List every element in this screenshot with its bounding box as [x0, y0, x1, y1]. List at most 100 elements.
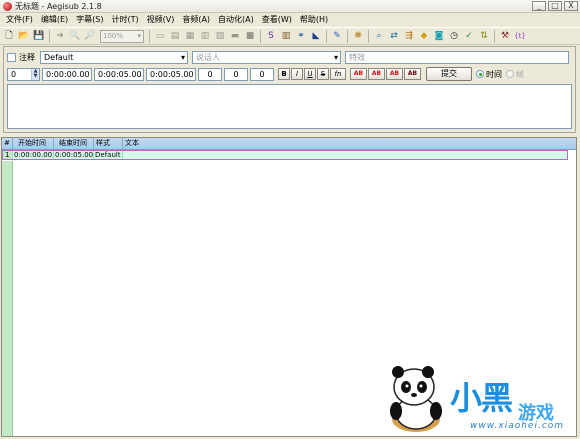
row-number: 1 [3, 151, 13, 159]
panda-mascot-icon [390, 366, 442, 432]
outline-color-button[interactable]: AB [386, 68, 403, 80]
jump-end-icon[interactable]: ▧ [213, 29, 227, 43]
toolbar-separator [494, 29, 495, 43]
menu-video[interactable]: 视频(V) [143, 13, 179, 27]
watermark-brand: 小黑 [450, 379, 513, 417]
secondary-color-button[interactable]: AB [368, 68, 385, 80]
grid-gutter [2, 161, 13, 436]
margin-right-field[interactable]: 0 [224, 67, 248, 81]
frame-radio[interactable] [506, 70, 514, 78]
kanji-timer-icon[interactable]: ◙ [432, 29, 446, 43]
toolbar-separator [347, 29, 348, 43]
row-style: Default [94, 151, 123, 159]
translation-assistant-icon[interactable]: ⇶ [402, 29, 416, 43]
col-end-header[interactable]: 结束时间 [54, 138, 94, 149]
actor-placeholder: 说话人 [196, 52, 220, 62]
bold-button[interactable]: B [278, 68, 290, 80]
zoom-out-icon[interactable]: 🔎 [83, 29, 97, 43]
zoom-select[interactable]: 100% [100, 29, 144, 43]
commit-button[interactable]: 提交 [426, 67, 472, 81]
row-end-time: 0:00:05.00 [55, 151, 94, 159]
jump-video-icon[interactable]: ➜ [53, 29, 67, 43]
camera-icon[interactable]: ■ [243, 29, 257, 43]
grid-tags-icon[interactable]: {t} [513, 29, 527, 43]
subtitle-text-editor[interactable] [7, 84, 572, 129]
properties-icon[interactable]: ◣ [309, 29, 323, 43]
comment-label: 注释 [19, 52, 35, 62]
menu-help[interactable]: 帮助(H) [296, 13, 332, 27]
menu-automation[interactable]: 自动化(A) [214, 13, 258, 27]
primary-color-button[interactable]: AB [350, 68, 367, 80]
aegisub-app-icon [3, 1, 12, 11]
end-time-field[interactable]: 0:00:05.00 [94, 67, 144, 81]
save-icon[interactable]: 💾 [32, 29, 46, 43]
play-icon[interactable]: ▬ [228, 29, 242, 43]
style-combo[interactable]: Default ▾ [40, 50, 188, 64]
style-assistant-icon[interactable]: ◆ [417, 29, 431, 43]
toolbar-separator [260, 29, 261, 43]
open-folder-icon[interactable]: 📂 [17, 29, 31, 43]
keyframe-icon[interactable]: ▤ [168, 29, 182, 43]
spin-arrows-icon[interactable]: ▲ ▼ [31, 68, 39, 80]
layer-spinner[interactable]: 0 ▲ ▼ [7, 67, 40, 81]
layer-value: 0 [11, 69, 17, 79]
duration-field[interactable]: 0:00:05.00 [146, 67, 196, 81]
timing-post-processor-icon[interactable]: ◷ [447, 29, 461, 43]
menu-timing[interactable]: 计时(T) [107, 13, 142, 27]
col-start-header[interactable]: 开始时间 [13, 138, 54, 149]
attachments-icon[interactable]: ▥ [279, 29, 293, 43]
margin-vertical-field[interactable]: 0 [250, 67, 274, 81]
menu-audio[interactable]: 音频(A) [178, 13, 214, 27]
row-text [123, 151, 567, 159]
margin-left-field[interactable]: 0 [198, 67, 222, 81]
time-radio[interactable] [476, 70, 484, 78]
italic-button[interactable]: I [291, 68, 303, 80]
style-value: Default [44, 52, 74, 62]
col-number-header[interactable]: # [2, 138, 13, 149]
spellcheck-icon[interactable]: ✓ [462, 29, 476, 43]
table-row[interactable]: 1 0:00:00.00 0:00:05.00 Default [2, 150, 568, 160]
subtitle-edit-panel: 注释 Default ▾ 说话人 ▾ 特效 0 ▲ ▼ 0:00:00.00 0:… [3, 46, 576, 133]
start-time-field[interactable]: 0:00:00.00 [42, 67, 92, 81]
toolbar-separator [49, 29, 50, 43]
col-style-header[interactable]: 样式 [94, 138, 123, 149]
watermark-url: www.xiaohei.com [470, 421, 565, 431]
snap-icon[interactable]: ▦ [183, 29, 197, 43]
shift-times-icon[interactable]: ⇅ [477, 29, 491, 43]
close-button[interactable]: X [564, 1, 578, 11]
menu-edit[interactable]: 编辑(E) [37, 13, 72, 27]
actor-combo[interactable]: 说话人 ▾ [192, 50, 341, 64]
effect-field[interactable]: 特效 [345, 50, 569, 64]
minimize-button[interactable]: _ [532, 1, 546, 11]
font-button[interactable]: fn [330, 68, 346, 80]
chevron-down-icon: ▾ [180, 52, 185, 62]
underline-button[interactable]: U [304, 68, 316, 80]
zoom-in-icon[interactable]: 🔍 [68, 29, 82, 43]
chevron-down-icon: ▾ [333, 52, 338, 62]
fonts-collector-icon[interactable]: ⚭ [294, 29, 308, 43]
jump-start-icon[interactable]: ▥ [198, 29, 212, 43]
menu-file[interactable]: 文件(F) [2, 13, 37, 27]
video-detach-icon[interactable]: ▭ [153, 29, 167, 43]
find-icon[interactable]: ⌕ [372, 29, 386, 43]
time-label: 时间 [486, 69, 502, 79]
automation-icon[interactable]: ✎ [330, 29, 344, 43]
styles-manager-icon[interactable]: S [264, 29, 278, 43]
replace-icon[interactable]: ⇄ [387, 29, 401, 43]
resample-icon[interactable]: ❋ [351, 29, 365, 43]
new-file-icon[interactable]: 🗋 [2, 29, 16, 43]
toolbar-separator [368, 29, 369, 43]
menu-view[interactable]: 查看(W) [258, 13, 296, 27]
toolbar-separator [149, 29, 150, 43]
toolbar-separator [326, 29, 327, 43]
shadow-color-button[interactable]: AB [404, 68, 421, 80]
menu-subtitle[interactable]: 字幕(S) [72, 13, 107, 27]
title-bar: 无标题 - Aegisub 2.1.8 _ □ X [0, 0, 580, 13]
strikeout-button[interactable]: S [317, 68, 329, 80]
col-text-header[interactable]: 文本 [123, 138, 576, 149]
comment-checkbox[interactable] [7, 52, 16, 62]
options-icon[interactable]: ⚒ [498, 29, 512, 43]
main-toolbar: 🗋 📂 💾 ➜ 🔍 🔎 100% ▭ ▤ ▦ ▥ ▧ ▬ ■ S ▥ ⚭ ◣ ✎… [0, 27, 580, 45]
maximize-button[interactable]: □ [548, 1, 562, 11]
row-start-time: 0:00:00.00 [14, 151, 54, 159]
